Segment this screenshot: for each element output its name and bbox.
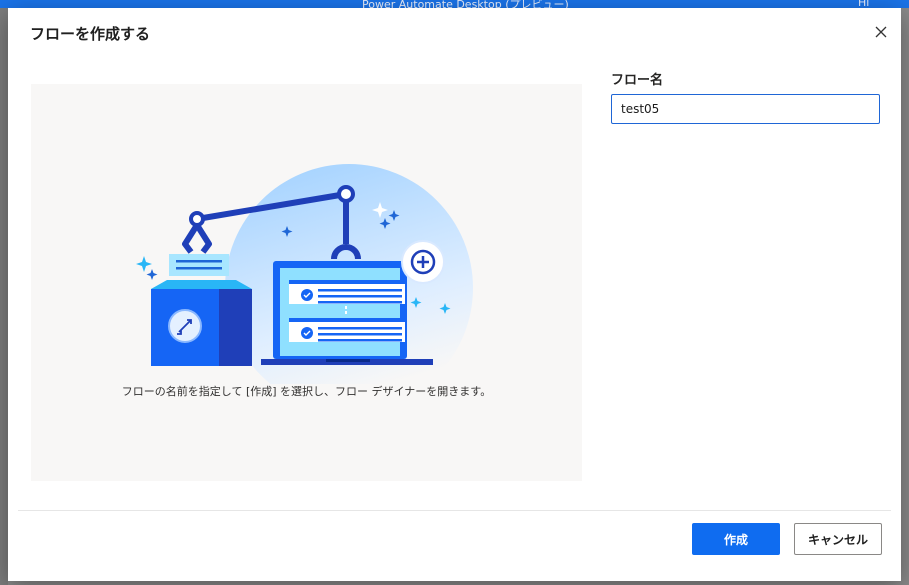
app-title-bar: Power Automate Desktop (プレビュー) Hi — [0, 0, 909, 8]
flow-name-input[interactable] — [611, 94, 880, 124]
close-icon — [875, 26, 887, 38]
illustration-caption: フローの名前を指定して [作成] を選択し、フロー デザイナーを開きます。 — [121, 385, 492, 398]
close-button[interactable] — [872, 23, 890, 41]
flow-box — [151, 280, 252, 366]
background-sidebar — [0, 8, 8, 585]
flow-name-label: フロー名 — [611, 73, 664, 88]
user-initials: Hi — [858, 0, 870, 8]
cancel-button[interactable]: キャンセル — [794, 523, 882, 555]
add-circle-icon — [401, 240, 445, 284]
illustration-panel: フローの名前を指定して [作成] を選択し、フロー デザイナーを開きます。 — [31, 84, 582, 481]
dialog-title: フローを作成する — [30, 25, 151, 43]
app-title: Power Automate Desktop (プレビュー) — [362, 0, 569, 8]
create-flow-dialog: フローを作成する フローの名前を指定して [作成] を選択し、フロー デザイナー… — [8, 8, 901, 581]
create-button[interactable]: 作成 — [692, 523, 780, 555]
footer-divider — [18, 510, 891, 511]
robot-arm-illustration — [136, 164, 473, 384]
held-card — [169, 254, 229, 276]
